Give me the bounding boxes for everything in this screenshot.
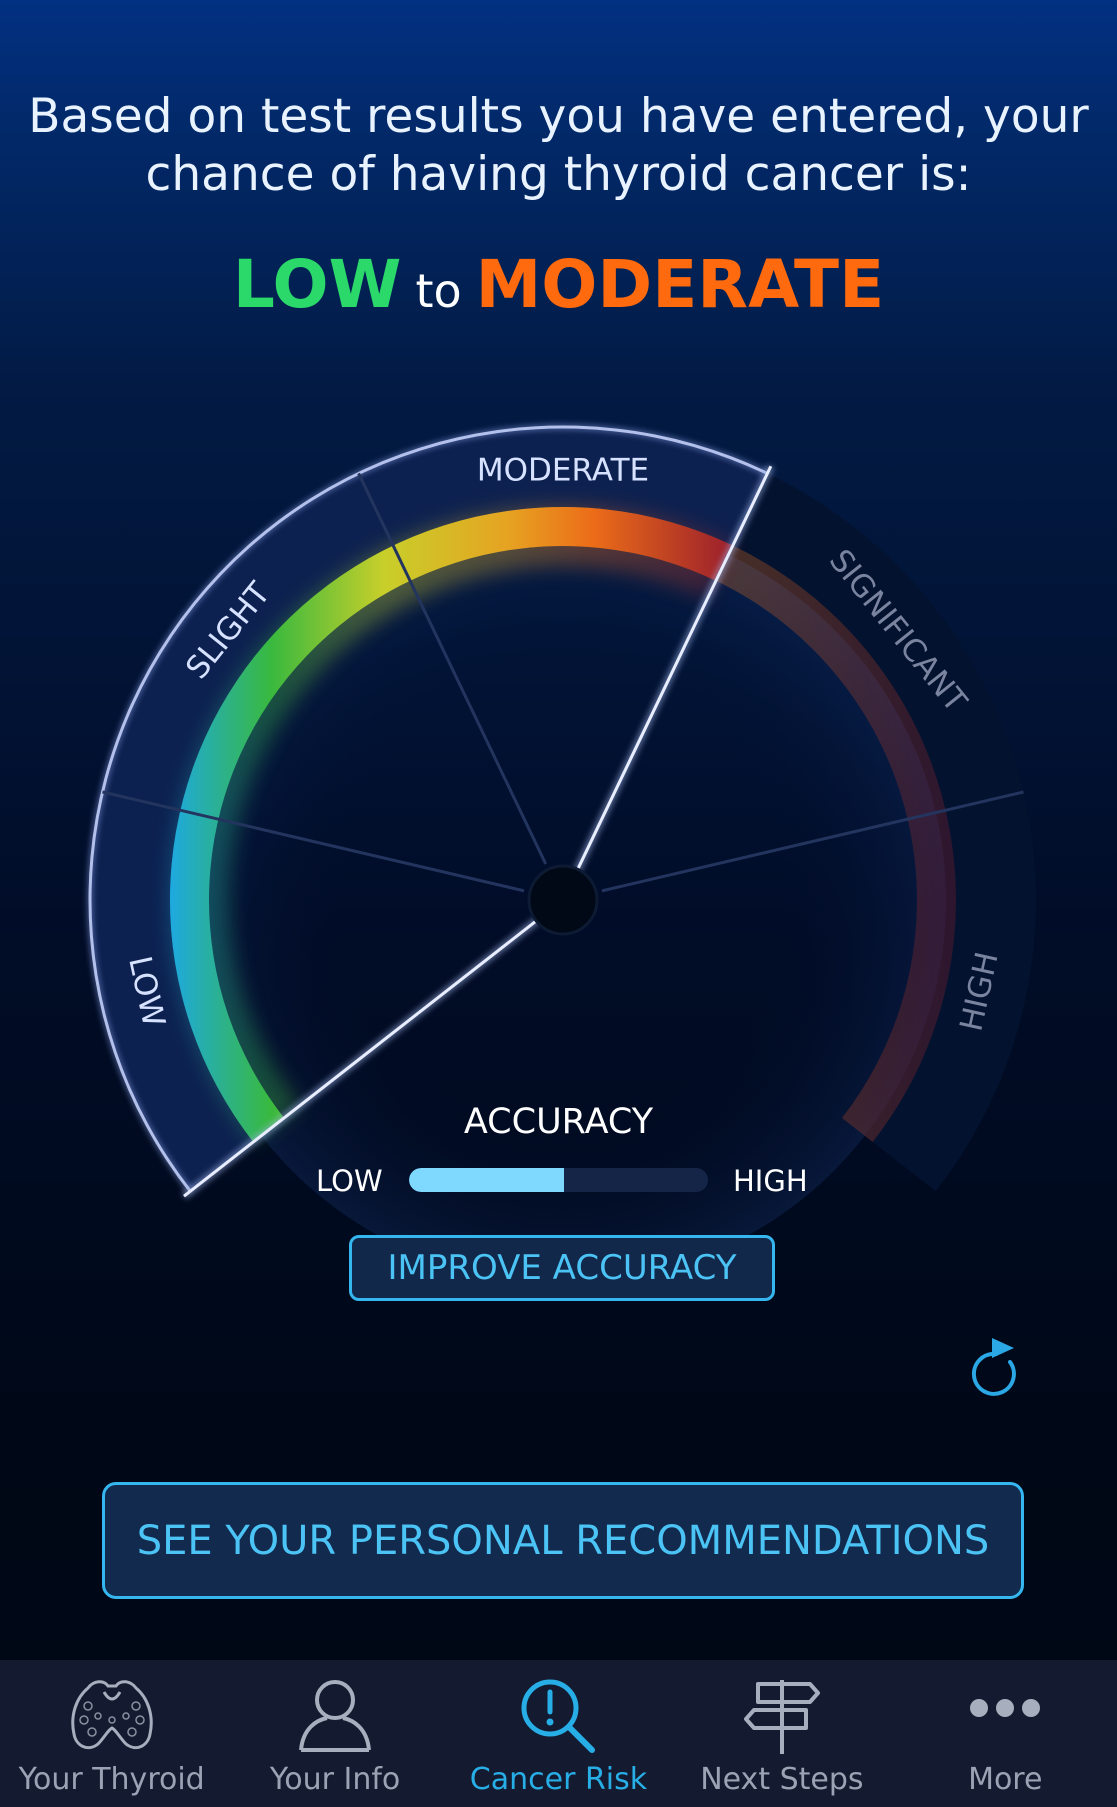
tab-label: Cancer Risk xyxy=(469,1762,648,1797)
accuracy-low-label: LOW xyxy=(316,1164,383,1198)
accuracy-meter: LOW HIGH xyxy=(0,1164,1117,1198)
tab-label: More xyxy=(968,1762,1043,1797)
refresh-icon[interactable] xyxy=(966,1332,1026,1398)
tab-more[interactable]: More xyxy=(894,1660,1117,1807)
tab-label: Your Thyroid xyxy=(18,1762,205,1797)
accuracy-high-label: HIGH xyxy=(733,1164,808,1198)
tab-next-steps[interactable]: Next Steps xyxy=(670,1660,893,1807)
tab-label: Your Info xyxy=(269,1762,401,1797)
thyroid-icon xyxy=(64,1676,160,1759)
person-icon xyxy=(295,1676,375,1759)
improve-accuracy-button[interactable]: IMPROVE ACCURACY xyxy=(349,1235,775,1301)
gauge-hub xyxy=(527,864,599,936)
accuracy-title: ACCURACY xyxy=(463,1102,654,1142)
tab-your-thyroid[interactable]: Your Thyroid xyxy=(0,1660,223,1807)
accuracy-bar-fill xyxy=(409,1168,565,1192)
signpost-icon xyxy=(742,1676,822,1761)
tab-bar: Your Thyroid Your Info Cancer Risk Next … xyxy=(0,1660,1117,1807)
gauge-segment-label: MODERATE xyxy=(477,453,649,489)
tab-cancer-risk[interactable]: Cancer Risk xyxy=(447,1660,670,1807)
tab-label: Next Steps xyxy=(700,1762,864,1797)
tab-your-info[interactable]: Your Info xyxy=(223,1660,446,1807)
see-recommendations-button[interactable]: SEE YOUR PERSONAL RECOMMENDATIONS xyxy=(102,1482,1024,1599)
more-dots-icon xyxy=(965,1676,1045,1761)
magnifier-alert-icon xyxy=(518,1676,598,1761)
accuracy-bar xyxy=(409,1168,708,1192)
